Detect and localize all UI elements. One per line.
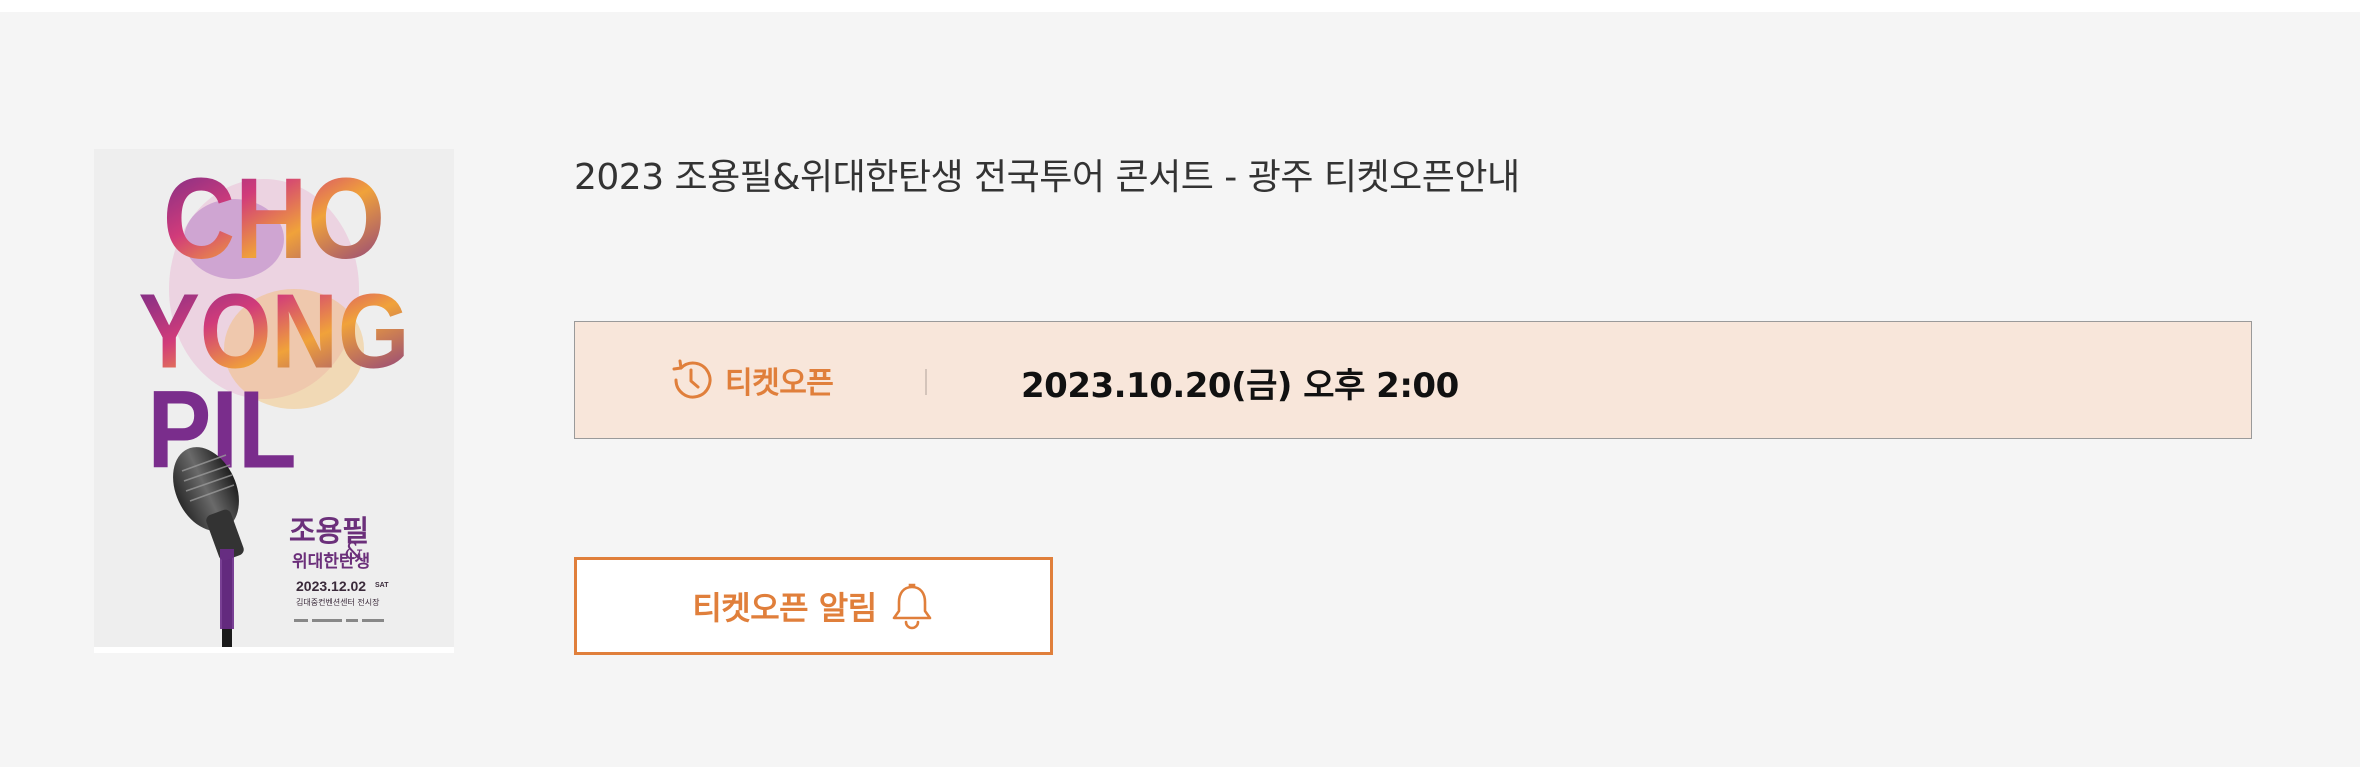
ticket-open-panel: CHO YONG PIL 조용필 & 위대한탄생 2023.12.02 SAT … [0, 12, 2360, 767]
ticket-open-label-group: 티켓오픈 [667, 356, 834, 404]
ticket-open-alarm-button[interactable]: 티켓오픈 알림 [574, 557, 1053, 655]
poster-date: 2023.12.02 [296, 578, 366, 594]
poster-bottom-strip [94, 647, 454, 653]
ticket-open-info-box: 티켓오픈 2023.10.20(금) 오후 2:00 [574, 321, 2252, 439]
alarm-button-label: 티켓오픈 알림 [692, 589, 877, 627]
poster-day: SAT [375, 582, 389, 589]
ticket-open-label: 티켓오픈 [725, 366, 834, 401]
label-divider [925, 369, 927, 395]
poster-venue: 김대중컨벤션센터 전시장 [296, 597, 380, 607]
clock-history-icon [672, 359, 712, 399]
poster-sponsor-strip [294, 619, 384, 622]
bell-icon [892, 583, 931, 630]
poster-band-name: 위대한탄생 [292, 552, 370, 572]
poster-artist-line-1: CHO [163, 154, 385, 283]
poster-artwork: CHO YONG PIL 조용필 & 위대한탄생 2023.12.02 SAT … [94, 149, 454, 653]
concert-poster: CHO YONG PIL 조용필 & 위대한탄생 2023.12.02 SAT … [94, 149, 454, 653]
concert-title: 2023 조용필&위대한탄생 전국투어 콘서트 - 광주 티켓오픈안내 [574, 157, 1520, 198]
ticket-open-datetime: 2023.10.20(금) 오후 2:00 [1021, 366, 1459, 406]
